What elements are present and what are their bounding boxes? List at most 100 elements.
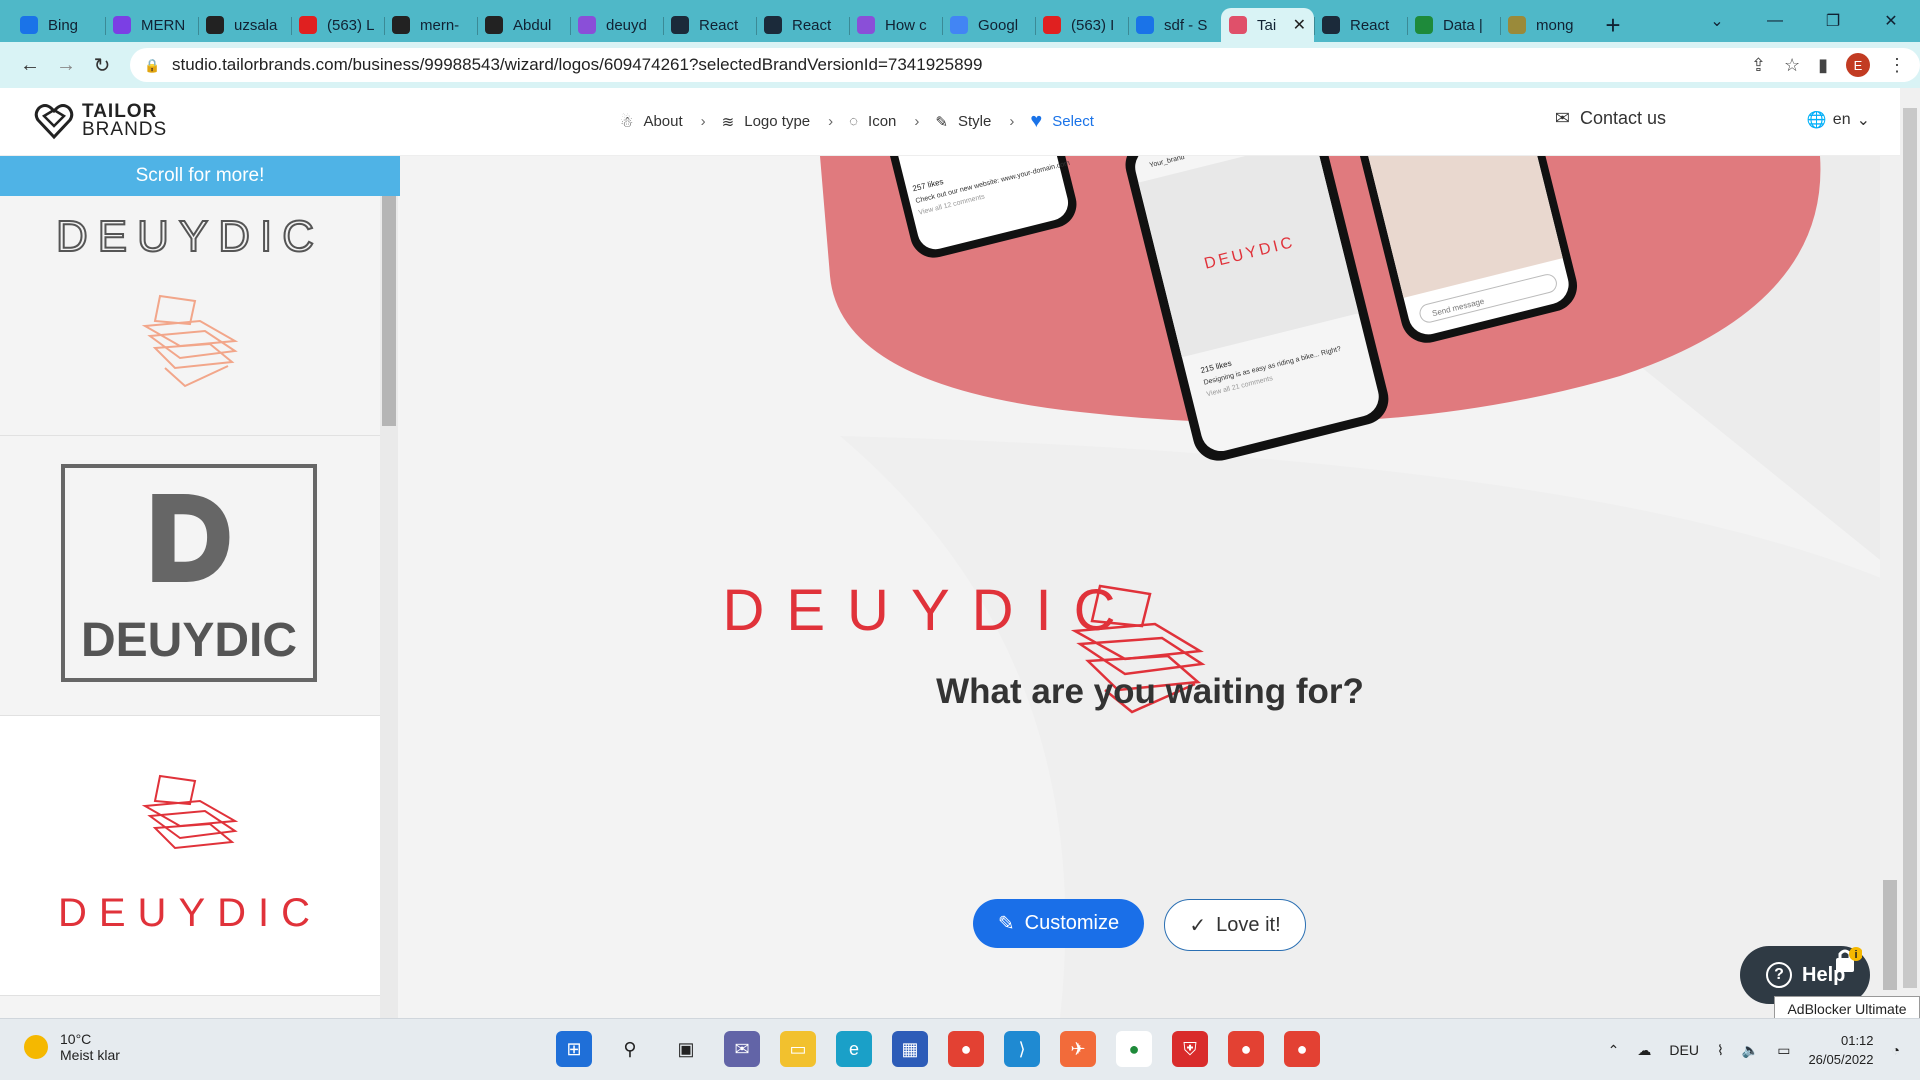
- browser-tab[interactable]: Abdul: [477, 8, 570, 42]
- browser-tab[interactable]: (563) L: [291, 8, 384, 42]
- logo-preview-outline: DEUYDIC: [55, 211, 315, 388]
- love-it-button[interactable]: ✓ Love it!: [1164, 899, 1306, 951]
- tab-label: mong: [1536, 16, 1574, 34]
- tab-label: deuyd: [606, 16, 647, 34]
- tailor-brands-logo[interactable]: TAILOR BRANDS: [34, 102, 167, 140]
- tab-search-icon[interactable]: ⌄: [1688, 0, 1746, 42]
- browser-tab[interactable]: How c: [849, 8, 942, 42]
- chrome-icon[interactable]: ●: [948, 1031, 984, 1067]
- step-about[interactable]: ☃ About ›: [620, 113, 706, 131]
- browser-tab[interactable]: mern-: [384, 8, 477, 42]
- contact-us-link[interactable]: ✉ Contact us: [1555, 108, 1666, 129]
- mockup-illustration: 257 likes Check out our new website: www…: [722, 156, 1900, 1018]
- logo-option-2[interactable]: D DEUYDIC: [0, 436, 380, 716]
- browser-tab[interactable]: (563) I: [1035, 8, 1128, 42]
- clock[interactable]: 01:12 26/05/2022: [1808, 1031, 1873, 1069]
- tab-label: React: [792, 16, 832, 34]
- vscode-icon[interactable]: ⟩: [1004, 1031, 1040, 1067]
- vpn-shield-icon[interactable]: ⛨: [1172, 1031, 1208, 1067]
- forward-icon[interactable]: →: [48, 47, 84, 83]
- step-style[interactable]: ✎ Style ›: [935, 113, 1014, 131]
- main-scroll-thumb[interactable]: [1883, 880, 1897, 990]
- tab-favicon-icon: [578, 16, 596, 34]
- notification-icon[interactable]: ◔: [1892, 1042, 1900, 1058]
- tab-close-icon[interactable]: ✕: [1293, 15, 1306, 35]
- speaker-icon[interactable]: 🔈: [1742, 1042, 1759, 1059]
- search-icon[interactable]: ⚲: [612, 1031, 648, 1067]
- browser-tab[interactable]: MERN: [105, 8, 198, 42]
- browser-tab[interactable]: sdf - S: [1128, 8, 1221, 42]
- task-view-icon[interactable]: ▣: [668, 1031, 704, 1067]
- mongodb-compass-icon[interactable]: ●: [1116, 1031, 1152, 1067]
- tab-label: Abdul: [513, 16, 552, 34]
- address-bar[interactable]: 🔒 studio.tailorbrands.com/business/99988…: [130, 48, 1920, 82]
- sidepanel-icon[interactable]: ▮: [1818, 55, 1828, 76]
- brand-line2: BRANDS: [82, 119, 168, 140]
- minimize-icon[interactable]: —: [1746, 0, 1804, 42]
- back-icon[interactable]: ←: [12, 47, 48, 83]
- logo-preview-stencil: DEUYDIC: [58, 774, 322, 935]
- browser-tab[interactable]: Googl: [942, 8, 1035, 42]
- language-selector[interactable]: 🌐 en ⌄: [1807, 110, 1870, 130]
- lock-icon[interactable]: 🔒: [144, 58, 160, 73]
- browser-tab[interactable]: React: [756, 8, 849, 42]
- step-logo-type[interactable]: ≋ Logo type ›: [722, 113, 833, 131]
- heart-icon: ♥: [1030, 110, 1043, 132]
- page-scroll-thumb[interactable]: [1903, 108, 1917, 988]
- wifi-icon[interactable]: ⌇: [1717, 1042, 1724, 1059]
- battery-icon[interactable]: ▭: [1777, 1042, 1790, 1059]
- moon-weather-icon: [24, 1035, 48, 1059]
- browser-tab[interactable]: deuyd: [570, 8, 663, 42]
- profile-avatar[interactable]: E: [1846, 53, 1870, 77]
- new-tab-icon[interactable]: +: [1593, 8, 1633, 42]
- customize-button[interactable]: ✎ Customize: [973, 899, 1144, 948]
- onedrive-icon[interactable]: ☁: [1637, 1042, 1651, 1059]
- tab-label: Data |: [1443, 16, 1483, 34]
- tab-favicon-icon: [1508, 16, 1526, 34]
- teams-chat-icon[interactable]: ✉: [724, 1031, 760, 1067]
- postman-icon[interactable]: ✈: [1060, 1031, 1096, 1067]
- tab-favicon-icon: [392, 16, 410, 34]
- windows-start-icon[interactable]: ⊞: [556, 1031, 592, 1067]
- layers-icon: ≋: [721, 113, 735, 131]
- logo-text-stencil: DEUYDIC: [58, 891, 322, 935]
- browser-tab[interactable]: Bing: [12, 8, 105, 42]
- tab-favicon-icon: [206, 16, 224, 34]
- step-icon[interactable]: ◌ Icon ›: [849, 113, 919, 130]
- close-window-icon[interactable]: ✕: [1862, 0, 1920, 42]
- logo-option-1[interactable]: DEUYDIC: [0, 196, 380, 436]
- menu-kebab-icon[interactable]: ⋮: [1888, 55, 1906, 76]
- input-language[interactable]: DEU: [1669, 1042, 1699, 1058]
- file-explorer-icon[interactable]: ▭: [780, 1031, 816, 1067]
- tab-label: React: [699, 16, 739, 34]
- weather-widget[interactable]: 10°C Meist klar: [24, 1031, 120, 1063]
- browser-tab[interactable]: React: [663, 8, 756, 42]
- url-text[interactable]: studio.tailorbrands.com/business/9998854…: [172, 55, 1751, 75]
- step-select[interactable]: ♥ Select: [1030, 110, 1094, 133]
- tab-favicon-icon: [671, 16, 689, 34]
- chrome-profile-icon[interactable]: ●: [1228, 1031, 1264, 1067]
- edge-icon[interactable]: e: [836, 1031, 872, 1067]
- browser-tab[interactable]: Data |: [1407, 8, 1500, 42]
- tab-label: Googl: [978, 16, 1019, 34]
- person-icon: ☃: [620, 113, 634, 131]
- logo-option-3-selected[interactable]: DEUYDIC: [0, 716, 380, 996]
- tab-favicon-icon: [1136, 16, 1154, 34]
- tab-label: How c: [885, 16, 927, 34]
- store-icon[interactable]: ▦: [892, 1031, 928, 1067]
- browser-tab[interactable]: mong: [1500, 8, 1593, 42]
- browser-tab[interactable]: React: [1314, 8, 1407, 42]
- share-icon[interactable]: ⇪: [1751, 55, 1766, 76]
- adblock-lock-icon[interactable]: i: [1832, 946, 1862, 976]
- browser-tab[interactable]: uzsala: [198, 8, 291, 42]
- heart-logo-icon: [34, 104, 74, 140]
- question-icon: ?: [1766, 962, 1792, 988]
- chrome-icon-2[interactable]: ●: [1284, 1031, 1320, 1067]
- tab-favicon-icon: [1322, 16, 1340, 34]
- browser-tab[interactable]: Tai ✕: [1221, 8, 1314, 42]
- reload-icon[interactable]: ↻: [84, 47, 120, 83]
- bookmark-star-icon[interactable]: ☆: [1784, 55, 1800, 76]
- left-panel-scroll-thumb[interactable]: [382, 196, 396, 426]
- chevron-up-icon[interactable]: ⌃: [1608, 1042, 1620, 1059]
- restore-icon[interactable]: ❐: [1804, 0, 1862, 42]
